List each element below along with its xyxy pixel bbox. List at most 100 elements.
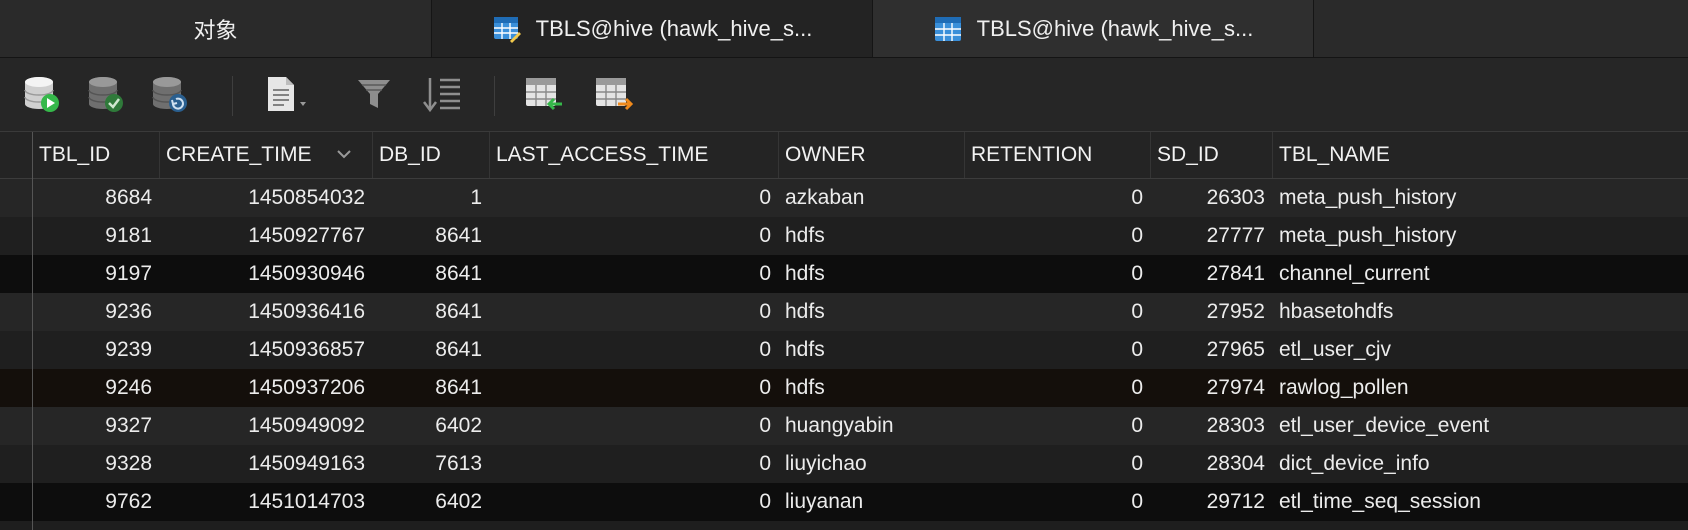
cell-db-id[interactable]: 8641 [373,217,490,255]
cell-db-id[interactable]: 1 [373,179,490,217]
cell-db-id[interactable]: 7613 [373,445,490,483]
column-header-last-access-time[interactable]: LAST_ACCESS_TIME [490,132,779,178]
cell-owner[interactable]: azkaban [779,179,965,217]
column-header-create-time[interactable]: CREATE_TIME [160,132,373,178]
cell-create-time[interactable]: 1450930946 [160,255,373,293]
cell-last-access-time[interactable]: 0 [490,179,779,217]
cell-sd-id[interactable]: 27965 [1151,331,1273,369]
cell-last-access-time[interactable]: 0 [490,331,779,369]
cell-sd-id[interactable]: 28303 [1151,407,1273,445]
cell-tbl-name[interactable]: rawlog_pollen [1273,369,1688,407]
cell-sd-id[interactable]: 27952 [1151,293,1273,331]
cell-create-time[interactable]: 1450949163 [160,445,373,483]
cell-sd-id[interactable]: 27974 [1151,369,1273,407]
column-header-db-id[interactable]: DB_ID [373,132,490,178]
cell-retention[interactable]: 0 [965,445,1151,483]
cell-retention[interactable]: 0 [965,217,1151,255]
cell-owner[interactable]: hdfs [779,331,965,369]
cell-sd-id[interactable]: 26303 [1151,179,1273,217]
table-row[interactable]: 9239 1450936857 8641 0 hdfs 0 27965 etl_… [0,331,1688,369]
tab-table-view-2[interactable]: TBLS@hive (hawk_hive_s... [873,0,1314,57]
table-row[interactable]: 8684 1450854032 1 0 azkaban 0 26303 meta… [0,179,1688,217]
cell-create-time[interactable]: 1450927767 [160,217,373,255]
table-row[interactable]: 9762 1451014703 6402 0 liuyanan 0 29712 … [0,483,1688,521]
cell-create-time[interactable]: 1450854032 [160,179,373,217]
cell-retention[interactable]: 0 [965,255,1151,293]
import-button[interactable] [524,76,564,116]
cell-db-id[interactable]: 6402 [373,407,490,445]
cell-retention[interactable]: 0 [965,293,1151,331]
cell-create-time[interactable]: 1450936416 [160,293,373,331]
cell-db-id[interactable]: 8641 [373,369,490,407]
cell-tbl-name[interactable]: etl_user_device_event [1273,407,1688,445]
cell-last-access-time[interactable]: 0 [490,445,779,483]
cell-retention[interactable]: 0 [965,179,1151,217]
cell-tbl-id[interactable]: 9197 [33,255,160,293]
cell-db-id[interactable]: 8641 [373,255,490,293]
chevron-down-icon[interactable] [334,144,354,164]
cell-retention[interactable]: 0 [965,407,1151,445]
cell-retention[interactable]: 0 [965,369,1151,407]
cell-create-time[interactable]: 1451014703 [160,483,373,521]
cell-last-access-time[interactable]: 0 [490,217,779,255]
cell-tbl-id[interactable]: 9762 [33,483,160,521]
cell-sd-id[interactable]: 29712 [1151,483,1273,521]
cell-owner[interactable]: liuyichao [779,445,965,483]
cell-tbl-id[interactable]: 8684 [33,179,160,217]
cell-retention[interactable]: 0 [965,483,1151,521]
cell-create-time[interactable]: 1450937206 [160,369,373,407]
cell-db-id[interactable]: 8641 [373,293,490,331]
cell-sd-id[interactable]: 27841 [1151,255,1273,293]
cell-tbl-name[interactable]: meta_push_history [1273,179,1688,217]
table-row[interactable]: 9327 1450949092 6402 0 huangyabin 0 2830… [0,407,1688,445]
export-button[interactable] [594,76,634,116]
cell-sd-id[interactable]: 27777 [1151,217,1273,255]
cell-last-access-time[interactable]: 0 [490,369,779,407]
table-row[interactable]: 9236 1450936416 8641 0 hdfs 0 27952 hbas… [0,293,1688,331]
cell-last-access-time[interactable]: 0 [490,483,779,521]
cell-last-access-time[interactable]: 0 [490,255,779,293]
cell-tbl-name[interactable]: dict_device_info [1273,445,1688,483]
cell-create-time[interactable]: 1450936857 [160,331,373,369]
filter-button[interactable] [354,76,394,116]
column-header-retention[interactable]: RETENTION [965,132,1151,178]
cell-create-time[interactable]: 1450949092 [160,407,373,445]
commit-button[interactable] [86,76,126,116]
text-view-button[interactable] [268,76,308,116]
cell-tbl-name[interactable]: etl_time_seq_session [1273,483,1688,521]
cell-tbl-name[interactable]: channel_current [1273,255,1688,293]
tab-objects[interactable]: 对象 [0,0,432,57]
column-header-sd-id[interactable]: SD_ID [1151,132,1273,178]
cell-retention[interactable]: 0 [965,331,1151,369]
cell-db-id[interactable]: 8641 [373,331,490,369]
cell-tbl-id[interactable]: 9239 [33,331,160,369]
cell-last-access-time[interactable]: 0 [490,293,779,331]
refresh-button[interactable] [150,76,190,116]
tab-table-view-1[interactable]: TBLS@hive (hawk_hive_s... [432,0,873,57]
cell-owner[interactable]: hdfs [779,217,965,255]
cell-tbl-id[interactable]: 9246 [33,369,160,407]
table-row[interactable]: 9246 1450937206 8641 0 hdfs 0 27974 rawl… [0,369,1688,407]
cell-tbl-id[interactable]: 9181 [33,217,160,255]
run-button[interactable] [22,76,62,116]
column-header-tbl-name[interactable]: TBL_NAME [1273,132,1688,178]
cell-tbl-name[interactable]: hbasetohdfs [1273,293,1688,331]
cell-tbl-id[interactable]: 9328 [33,445,160,483]
table-row[interactable]: 9328 1450949163 7613 0 liuyichao 0 28304… [0,445,1688,483]
cell-owner[interactable]: huangyabin [779,407,965,445]
column-header-tbl-id[interactable]: TBL_ID [33,132,160,178]
cell-tbl-name[interactable]: meta_push_history [1273,217,1688,255]
cell-tbl-id[interactable]: 9236 [33,293,160,331]
cell-tbl-name[interactable]: etl_user_cjv [1273,331,1688,369]
table-row[interactable]: 9181 1450927767 8641 0 hdfs 0 27777 meta… [0,217,1688,255]
sort-button[interactable] [422,76,462,116]
cell-owner[interactable]: hdfs [779,369,965,407]
cell-owner[interactable]: liuyanan [779,483,965,521]
cell-sd-id[interactable]: 28304 [1151,445,1273,483]
cell-owner[interactable]: hdfs [779,293,965,331]
cell-owner[interactable]: hdfs [779,255,965,293]
cell-last-access-time[interactable]: 0 [490,407,779,445]
cell-tbl-id[interactable]: 9327 [33,407,160,445]
cell-db-id[interactable]: 6402 [373,483,490,521]
column-header-owner[interactable]: OWNER [779,132,965,178]
